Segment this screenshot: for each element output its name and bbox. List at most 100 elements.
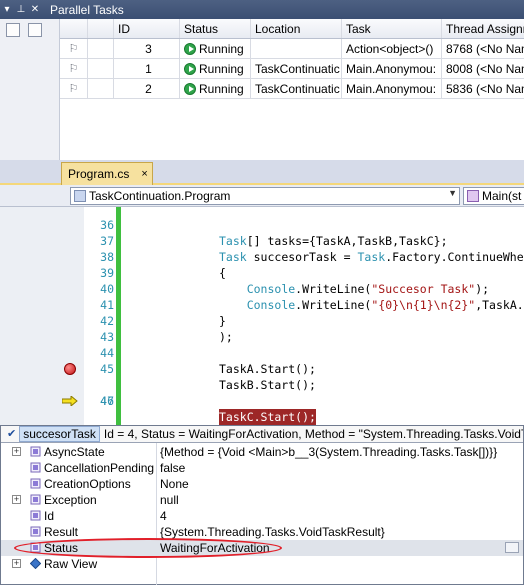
table-row[interactable]: ⚐ 2 Running TaskContinuatic Main.Anonymo… [60, 79, 524, 99]
visualizer-button[interactable] [505, 542, 519, 553]
code-line: 49 succesorTask.Wait(); // succesorTask'… [0, 409, 524, 425]
expand-icon[interactable]: + [12, 447, 21, 456]
datatip-popup: ✔ succesorTask Id = 4, Status = WaitingF… [0, 425, 524, 585]
code-line: 36 Task[] tasks={TaskA,TaskB,TaskC}; [0, 207, 524, 248]
datatip-row[interactable]: + AsyncState {Method = {Void <Main>b__3(… [1, 444, 523, 460]
highlight-ellipse [14, 538, 282, 558]
property-icon [30, 510, 41, 521]
task-status-label: Running [199, 61, 244, 76]
table-row[interactable]: ⚐ 1 Running TaskContinuatic Main.Anonymo… [60, 59, 524, 79]
current-column-header[interactable] [88, 19, 114, 38]
running-icon [184, 62, 196, 75]
current-statement-line: 48 Task.WaitAll(tasks); // TaskA, B ve C… [0, 393, 524, 409]
flag-icon[interactable]: ⚐ [69, 62, 79, 75]
close-icon[interactable]: ✕ [28, 4, 42, 15]
datatip-prop-value[interactable]: false [160, 461, 185, 475]
member-dropdown[interactable]: Main(st [463, 187, 524, 205]
task-status: Running [180, 79, 251, 98]
expand-collapse-icon[interactable]: ✔ [7, 428, 16, 440]
flag-toggle-button[interactable] [6, 23, 20, 37]
datatip-prop-value[interactable]: 4 [160, 509, 167, 523]
property-icon [30, 462, 41, 473]
datatip-row[interactable]: CancellationPending false [1, 460, 523, 476]
task-status: Running [180, 59, 251, 78]
tab-label: Program.cs [68, 167, 130, 181]
expand-icon[interactable]: + [12, 495, 21, 504]
flag-column-header[interactable] [60, 19, 88, 38]
running-icon [184, 82, 196, 95]
datatip-row[interactable]: CreationOptions None [1, 476, 523, 492]
code-line: 44 TaskA.Start(); [0, 329, 524, 376]
flag-cell[interactable]: ⚐ [60, 79, 88, 98]
property-icon [30, 478, 41, 489]
task-name: Main.Anonymou: [342, 59, 442, 78]
editor-tab-strip: Program.cs × [0, 160, 524, 185]
thread-column-header[interactable]: Thread Assignm [442, 19, 524, 38]
task-status: Running [180, 39, 251, 58]
code-line: 39 Console.WriteLine("Succesor Task"); [0, 249, 524, 296]
navigation-bar: TaskContinuation.Program ▼ Main(st [0, 185, 524, 207]
code-line: 41 } [0, 281, 524, 328]
datatip-variable-name[interactable]: succesorTask [19, 426, 100, 442]
table-row[interactable]: ⚐ 3 Running Action<object>() 8768 (<No N… [60, 39, 524, 59]
current-statement-arrow-icon [62, 396, 78, 406]
task-thread: 8768 (<No Nam [446, 41, 524, 56]
close-icon[interactable]: × [141, 168, 147, 180]
property-icon [30, 526, 41, 537]
parallel-tasks-title: Parallel Tasks [50, 2, 124, 17]
pin-icon[interactable]: ⊥ [14, 4, 28, 15]
status-column-header[interactable]: Status [180, 19, 251, 38]
breakpoint-icon[interactable] [64, 363, 76, 375]
parallel-tasks-titlebar: ▾ ⊥ ✕ Parallel Tasks [0, 0, 524, 19]
task-column-header[interactable]: Task [342, 19, 442, 38]
task-status-label: Running [199, 81, 244, 96]
task-thread: 5836 (<No Nam [446, 81, 524, 96]
datatip-row[interactable]: + Exception null [1, 492, 523, 508]
datatip-prop-value[interactable]: None [160, 477, 189, 491]
flag-cell[interactable]: ⚐ [60, 59, 88, 78]
task-location: TaskContinuatic [251, 79, 342, 98]
dropdown-icon[interactable]: ▾ [0, 4, 14, 15]
class-icon [74, 190, 86, 202]
member-dropdown-value: Main(st [482, 189, 522, 203]
code-line: 47 [0, 377, 524, 408]
flag-icon[interactable]: ⚐ [69, 42, 79, 55]
tasks-filter-button[interactable] [28, 23, 42, 37]
datatip-prop-name: CancellationPending [44, 461, 155, 475]
id-column-header[interactable]: ID [114, 19, 180, 38]
task-location: TaskContinuatic [251, 59, 342, 78]
tasks-grid-header: ID Status Location Task Thread Assignm [60, 19, 524, 39]
flag-icon[interactable]: ⚐ [69, 82, 79, 95]
task-name: Main.Anonymou: [342, 79, 442, 98]
chevron-down-icon: ▼ [448, 188, 457, 198]
datatip-header: ✔ succesorTask Id = 4, Status = WaitingF… [1, 426, 523, 443]
datatip-prop-name: Result [44, 525, 79, 539]
code-editor[interactable]: 36 Task[] tasks={TaskA,TaskB,TaskC}; 37 … [0, 207, 524, 425]
datatip-row[interactable]: + Raw View [1, 556, 523, 572]
code-line: 42 ); [0, 297, 524, 344]
datatip-prop-value[interactable]: {System.Threading.Tasks.VoidTaskResult} [160, 525, 385, 539]
datatip-prop-name: CreationOptions [44, 477, 131, 491]
datatip-prop-name: Raw View [44, 557, 98, 571]
datatip-prop-name: Id [44, 509, 55, 523]
current-cell [88, 79, 114, 98]
current-cell [88, 59, 114, 78]
code-line: 40 Console.WriteLine("{0}\n{1}\n{2}",Tas… [0, 265, 524, 312]
code-line: 43 [0, 313, 524, 344]
datatip-row[interactable]: Result {System.Threading.Tasks.VoidTaskR… [1, 524, 523, 540]
flag-cell[interactable]: ⚐ [60, 39, 88, 58]
datatip-prop-name: Exception [44, 493, 97, 507]
datatip-prop-value[interactable]: {Method = {Void <Main>b__3(System.Thread… [160, 445, 497, 459]
location-column-header[interactable]: Location [251, 19, 342, 38]
datatip-row[interactable]: Id 4 [1, 508, 523, 524]
code-line: 45 TaskB.Start(); [0, 345, 524, 392]
expand-icon[interactable]: + [12, 559, 21, 568]
datatip-prop-value[interactable]: null [160, 493, 179, 507]
task-location [251, 39, 342, 58]
task-status-label: Running [199, 41, 244, 56]
type-dropdown[interactable]: TaskContinuation.Program ▼ [70, 187, 460, 205]
task-name: Action<object>() [342, 39, 442, 58]
tab-program-cs[interactable]: Program.cs × [61, 162, 153, 185]
type-dropdown-value: TaskContinuation.Program [89, 189, 231, 203]
code-line: 38 { [0, 233, 524, 280]
